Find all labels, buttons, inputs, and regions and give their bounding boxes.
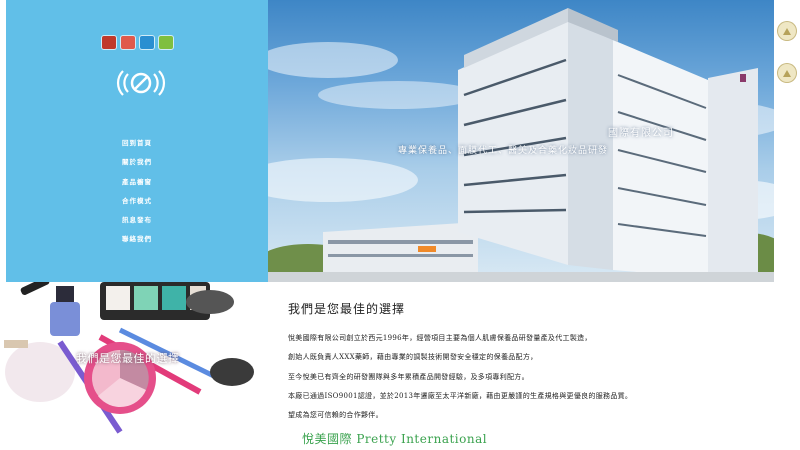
top-icon-bar	[102, 36, 173, 49]
hero-caption: 國際有限公司 專業保養品、面膜代工、醫美及合藥化妝品研發	[398, 124, 674, 156]
skype-icon[interactable]	[140, 36, 154, 49]
nav-home[interactable]: 回到首頁	[6, 134, 268, 153]
brand-name: 悅美國際 Pretty International	[302, 432, 488, 446]
home-icon[interactable]	[102, 36, 116, 49]
chat-icon[interactable]	[159, 36, 173, 49]
nav-about[interactable]: 關於我們	[6, 153, 268, 172]
nav-products[interactable]: 產品櫥窗	[6, 173, 268, 192]
content-heading: 我們是您最佳的選擇	[288, 302, 406, 316]
nav-news[interactable]: 訊息發布	[6, 211, 268, 230]
hero-subtitle: 專業保養品、面膜代工、醫美及合藥化妝品研發	[398, 146, 609, 156]
hero-title: 國際有限公司	[608, 128, 674, 139]
hero-banner: 國際有限公司 專業保養品、面膜代工、醫美及合藥化妝品研發	[268, 0, 774, 282]
content-paragraph: 創始人既負責人XXX藥師，藉由專業的調製技術開發安全穩定的保養品配方，	[288, 353, 538, 362]
content-paragraph: 悅美國際有限公司創立於西元1996年，經營項目主要為個人肌膚保養品研發量產及代工…	[288, 334, 592, 342]
nav-contact[interactable]: 聯絡我們	[6, 230, 268, 249]
cosmetics-image	[0, 282, 268, 450]
sidebar: 回到首頁 關於我們 產品櫥窗 合作模式 訊息發布 聯絡我們	[6, 0, 268, 282]
up-arrow-icon[interactable]	[778, 22, 796, 40]
content-paragraph: 至今悅美已有齊全的研發團隊與多年累積產品開發經驗，及多項專利配方。	[288, 372, 529, 381]
content-paragraph: 望成為您可信賴的合作夥伴。	[288, 411, 383, 420]
up-arrow-icon[interactable]	[778, 64, 796, 82]
mail-icon[interactable]	[121, 36, 135, 49]
content-paragraph: 本廠已通過ISO9001認證，並於2013年遷廠至太平洋新廠，藉由更嚴謹的生產規…	[288, 391, 633, 400]
main-nav: 回到首頁 關於我們 產品櫥窗 合作模式 訊息發布 聯絡我們	[6, 134, 268, 250]
cosmetics-caption: 我們是您最佳的選擇	[76, 352, 180, 365]
broadcast-logo-icon	[116, 70, 166, 96]
nav-cooperation[interactable]: 合作模式	[6, 192, 268, 211]
main-content: 我們是您最佳的選擇 悅美國際有限公司創立於西元1996年，經營項目主要為個人肌膚…	[288, 300, 788, 429]
